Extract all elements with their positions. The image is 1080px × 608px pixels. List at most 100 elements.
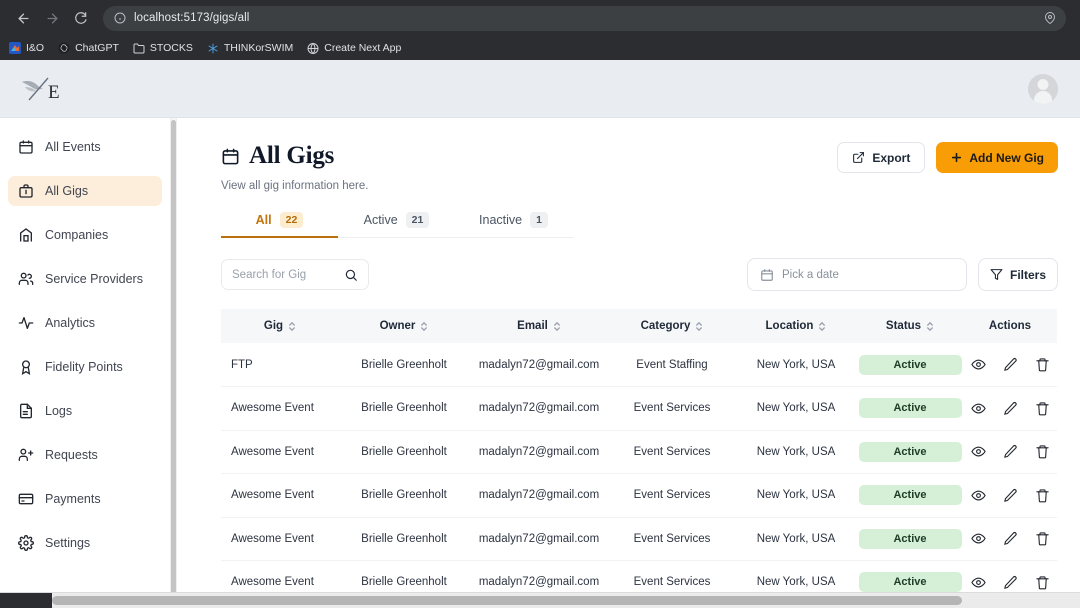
sidebar-item-companies[interactable]: Companies <box>8 220 162 250</box>
sort-icon[interactable] <box>420 321 428 332</box>
sort-icon[interactable] <box>926 321 934 332</box>
column-header-gig[interactable]: Gig <box>221 309 339 343</box>
sort-icon[interactable] <box>288 321 296 332</box>
export-label: Export <box>872 150 911 165</box>
pencil-icon[interactable] <box>1003 444 1018 459</box>
sort-icon[interactable] <box>695 321 703 332</box>
page-header: All Gigs View all gig information here. … <box>221 142 1058 192</box>
sidebar-item-label: Fidelity Points <box>45 360 123 374</box>
scrollbar-thumb[interactable] <box>52 596 962 605</box>
trash-icon[interactable] <box>1035 531 1050 546</box>
pencil-icon[interactable] <box>1003 575 1018 590</box>
trash-icon[interactable] <box>1035 401 1050 416</box>
pencil-icon[interactable] <box>1003 488 1018 503</box>
gigs-table-wrapper: Gig Owner Email Category Location Status… <box>221 309 1058 605</box>
column-header-owner[interactable]: Owner <box>339 309 469 343</box>
funnel-icon <box>990 268 1003 281</box>
sidebar-item-all-gigs[interactable]: All Gigs <box>8 176 162 206</box>
eye-icon[interactable] <box>970 444 986 459</box>
location-pin-icon[interactable] <box>1044 12 1056 24</box>
horizontal-scrollbar[interactable] <box>0 592 1080 608</box>
cell-email: madalyn72@gmail.com <box>478 532 600 545</box>
wing-logo-icon: E <box>22 77 60 103</box>
status-badge: Active <box>858 572 962 593</box>
tab-all[interactable]: All 22 <box>221 212 338 238</box>
sidebar-item-all-events[interactable]: All Events <box>8 132 162 162</box>
sidebar-item-label: Companies <box>45 228 109 242</box>
eye-icon[interactable] <box>970 488 986 503</box>
url-text: localhost:5173/gigs/all <box>134 12 250 24</box>
search-input[interactable] <box>232 268 337 281</box>
cell-status: Active <box>857 343 963 387</box>
sidebar-item-fidelity-points[interactable]: Fidelity Points <box>8 352 162 382</box>
tab-active[interactable]: Active 21 <box>338 212 455 237</box>
column-header-location[interactable]: Location <box>735 309 857 343</box>
address-bar[interactable]: localhost:5173/gigs/all <box>103 5 1066 31</box>
status-badge: Active <box>858 528 962 549</box>
eye-icon[interactable] <box>970 401 986 416</box>
search-box[interactable] <box>221 259 369 290</box>
trash-icon[interactable] <box>1035 444 1050 459</box>
bookmark-chatgpt[interactable]: ChatGPT <box>58 42 119 54</box>
bookmark-create-next-app[interactable]: Create Next App <box>307 42 401 54</box>
search-icon[interactable] <box>344 268 358 282</box>
table-row[interactable]: Awesome Event Brielle Greenholt madalyn72@… <box>221 517 1057 561</box>
chatgpt-icon <box>58 42 70 54</box>
table-row[interactable]: FTP Brielle Greenholt madalyn72@gmail.com E… <box>221 343 1057 387</box>
header-actions: Export Add New Gig <box>837 142 1058 173</box>
globe-icon <box>307 42 319 54</box>
sidebar-item-logs[interactable]: Logs <box>8 396 162 426</box>
site-info-icon[interactable] <box>114 12 126 24</box>
sidebar-item-requests[interactable]: Requests <box>8 440 162 470</box>
date-picker[interactable]: Pick a date <box>747 258 967 291</box>
column-header-email[interactable]: Email <box>469 309 609 343</box>
vertical-scrollbar[interactable] <box>170 118 177 608</box>
app-header: E <box>0 60 1080 118</box>
page-title: All Gigs <box>249 142 335 169</box>
column-header-status[interactable]: Status <box>857 309 963 343</box>
eye-icon[interactable] <box>970 575 986 590</box>
table-row[interactable]: Awesome Event Brielle Greenholt madalyn72@… <box>221 387 1057 430</box>
trash-icon[interactable] <box>1035 357 1050 372</box>
sort-icon[interactable] <box>553 321 561 332</box>
trash-icon[interactable] <box>1035 488 1050 503</box>
cell-actions <box>963 343 1057 387</box>
column-header-category[interactable]: Category <box>609 309 735 343</box>
scrollbar-thumb[interactable] <box>171 120 176 598</box>
cell-category: Event Services <box>633 532 711 545</box>
award-icon <box>17 359 34 376</box>
table-row[interactable]: Awesome Event Brielle Greenholt madalyn72@… <box>221 474 1057 517</box>
tab-inactive[interactable]: Inactive 1 <box>455 212 572 237</box>
forward-button[interactable] <box>39 5 65 31</box>
pencil-icon[interactable] <box>1003 401 1018 416</box>
sidebar-item-settings[interactable]: Settings <box>8 528 162 558</box>
bookmark-stocks[interactable]: STOCKS <box>133 42 193 54</box>
sidebar-item-service-providers[interactable]: Service Providers <box>8 264 162 294</box>
cell-owner: Brielle Greenholt <box>361 402 447 415</box>
avatar[interactable] <box>1028 73 1058 104</box>
column-label: Status <box>885 320 922 332</box>
table-body: FTP Brielle Greenholt madalyn72@gmail.com E… <box>221 343 1057 604</box>
column-label: Category <box>640 320 691 332</box>
cell-category: Event Services <box>633 489 711 502</box>
add-new-gig-button[interactable]: Add New Gig <box>936 142 1058 173</box>
reload-button[interactable] <box>68 5 94 31</box>
trash-icon[interactable] <box>1035 575 1050 590</box>
sidebar-item-payments[interactable]: Payments <box>8 484 162 514</box>
sort-icon[interactable] <box>818 321 826 332</box>
pencil-icon[interactable] <box>1003 357 1018 372</box>
table-row[interactable]: Awesome Event Brielle Greenholt madalyn72@… <box>221 430 1057 474</box>
export-button[interactable]: Export <box>837 142 926 173</box>
sidebar-item-analytics[interactable]: Analytics <box>8 308 162 338</box>
filters-label: Filters <box>1009 267 1046 282</box>
eye-icon[interactable] <box>970 357 986 372</box>
bookmark-io[interactable]: I&O <box>9 42 44 54</box>
cell-owner: Brielle Greenholt <box>361 358 447 371</box>
sidebar-item-label: Analytics <box>45 316 96 330</box>
filters-button[interactable]: Filters <box>978 258 1058 291</box>
pencil-icon[interactable] <box>1003 531 1018 546</box>
eye-icon[interactable] <box>970 531 986 546</box>
back-button[interactable] <box>10 5 36 31</box>
bookmark-thinkorswim[interactable]: THINKorSWIM <box>207 42 293 54</box>
brand-logo[interactable]: E <box>18 74 62 104</box>
